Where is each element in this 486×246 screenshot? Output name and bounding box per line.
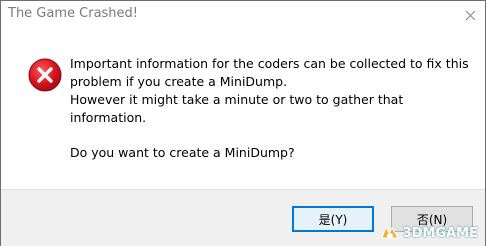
watermark-logo-icon (380, 225, 399, 239)
title-bar[interactable]: The Game Crashed! (1, 1, 485, 29)
message-line: problem if you create a MiniDump. (70, 74, 288, 89)
message-line: Important information for the coders can… (70, 56, 469, 71)
message-question: Do you want to create a MiniDump? (70, 145, 295, 160)
message-area: Important information for the coders can… (1, 29, 485, 189)
close-icon (465, 10, 475, 20)
message-text: Important information for the coders can… (70, 55, 470, 162)
watermark-text: 3DMGAME (402, 225, 478, 241)
watermark: 3DMGAME (379, 224, 478, 242)
message-line: information. (70, 110, 147, 125)
yes-button[interactable]: 是(Y) (292, 206, 374, 232)
error-icon (28, 58, 62, 92)
window-title: The Game Crashed! (8, 6, 139, 21)
close-button[interactable] (461, 6, 479, 24)
crash-dialog: The Game Crashed! Important information … (0, 0, 486, 246)
message-line: However it might take a minute or two to… (70, 92, 404, 107)
